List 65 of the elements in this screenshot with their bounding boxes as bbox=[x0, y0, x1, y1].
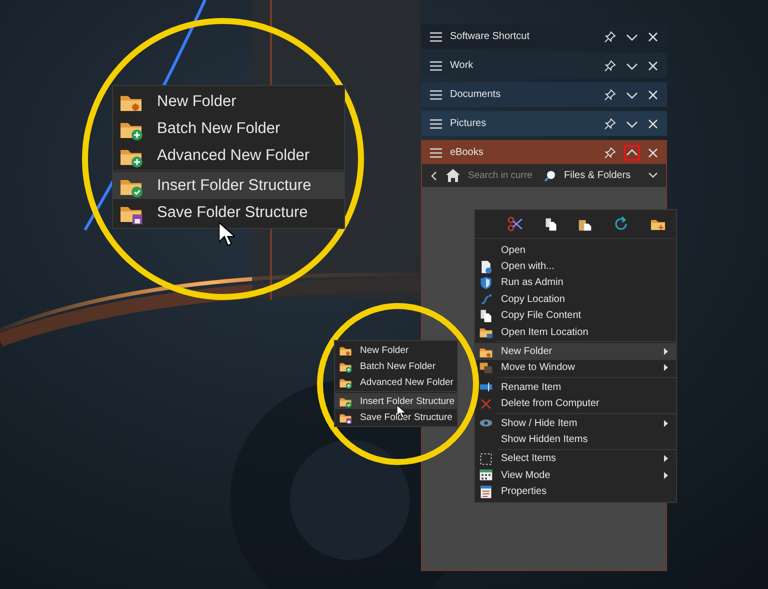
copy-icon[interactable] bbox=[544, 216, 558, 232]
menu-item[interactable]: Open bbox=[475, 242, 676, 258]
menu-item[interactable]: Run as Admin bbox=[475, 274, 676, 292]
menu-icon[interactable] bbox=[430, 118, 442, 128]
menu-item[interactable]: Show / Hide Item bbox=[475, 414, 676, 432]
cursor-icon bbox=[219, 222, 235, 246]
home-icon[interactable] bbox=[446, 169, 460, 182]
menu-item[interactable]: Advanced New Folder bbox=[113, 142, 344, 169]
menu-item[interactable]: Save Folder Structure bbox=[113, 199, 344, 226]
menu-item[interactable]: New Folder bbox=[335, 342, 457, 358]
refresh-icon[interactable] bbox=[613, 216, 630, 232]
menu-item[interactable]: View Mode bbox=[475, 467, 676, 484]
chevron-down-icon[interactable] bbox=[648, 172, 658, 179]
copy-icon bbox=[479, 308, 493, 323]
menu-icon[interactable] bbox=[430, 60, 442, 70]
menu-item[interactable]: Show Hidden Items bbox=[475, 431, 676, 448]
menu-item[interactable]: Open with... bbox=[475, 258, 676, 275]
menu-item[interactable]: Properties bbox=[475, 483, 676, 500]
pin-icon[interactable] bbox=[604, 60, 616, 72]
pin-icon[interactable] bbox=[604, 88, 616, 100]
pin-icon[interactable] bbox=[604, 146, 616, 158]
search-icon bbox=[544, 170, 556, 182]
list-icon bbox=[479, 484, 493, 499]
menu-icon[interactable] bbox=[430, 32, 442, 42]
close-icon[interactable] bbox=[648, 118, 658, 128]
search-field[interactable]: Search in curre bbox=[468, 170, 536, 181]
menu-icon[interactable] bbox=[430, 148, 442, 158]
panel-title: Software Shortcut bbox=[450, 31, 530, 42]
close-icon[interactable] bbox=[648, 32, 658, 42]
windows-icon bbox=[479, 360, 493, 375]
path-icon bbox=[479, 292, 493, 306]
menu-item[interactable]: Move to Window bbox=[475, 360, 676, 376]
close-icon[interactable] bbox=[648, 90, 658, 100]
selection-icon bbox=[479, 452, 493, 466]
panel-title: Documents bbox=[450, 89, 502, 100]
close-icon[interactable] bbox=[648, 60, 658, 70]
menu-item[interactable]: Rename Item bbox=[475, 379, 676, 396]
menu-item[interactable]: New Folder bbox=[475, 343, 676, 360]
filter-dropdown[interactable]: Files & Folders bbox=[564, 170, 640, 181]
menu-item[interactable]: Batch New Folder bbox=[335, 358, 457, 374]
scissors-icon[interactable] bbox=[507, 216, 524, 232]
rename-icon bbox=[479, 380, 493, 394]
panel-title: Work bbox=[450, 60, 474, 71]
grid-icon bbox=[479, 468, 493, 482]
menu-icon[interactable] bbox=[430, 90, 442, 100]
delete-icon bbox=[479, 396, 493, 411]
panel-title: Pictures bbox=[450, 118, 488, 129]
pin-icon[interactable] bbox=[604, 118, 616, 130]
menu-item[interactable]: Open Item Location bbox=[475, 324, 676, 340]
file-icon bbox=[479, 260, 493, 274]
menu-item[interactable]: Insert Folder Structure bbox=[335, 393, 457, 409]
menu-item[interactable]: New Folder bbox=[113, 88, 344, 115]
menu-item[interactable]: Select Items bbox=[475, 450, 676, 468]
chevron-up-icon[interactable] bbox=[624, 144, 640, 160]
menu-item[interactable]: Batch New Folder bbox=[113, 115, 344, 142]
menu-item[interactable]: Advanced New Folder bbox=[335, 374, 457, 390]
menu-item[interactable]: Copy Location bbox=[475, 291, 676, 308]
menu-item[interactable]: Insert Folder Structure bbox=[113, 172, 344, 199]
close-icon[interactable] bbox=[648, 148, 658, 158]
panel-title: eBooks bbox=[450, 147, 484, 158]
menu-item[interactable]: Delete from Computer bbox=[475, 396, 676, 412]
back-icon[interactable] bbox=[430, 170, 438, 180]
pin-icon[interactable] bbox=[604, 30, 616, 42]
shield-icon bbox=[479, 276, 493, 290]
menu-item[interactable]: Copy File Content bbox=[475, 308, 676, 324]
